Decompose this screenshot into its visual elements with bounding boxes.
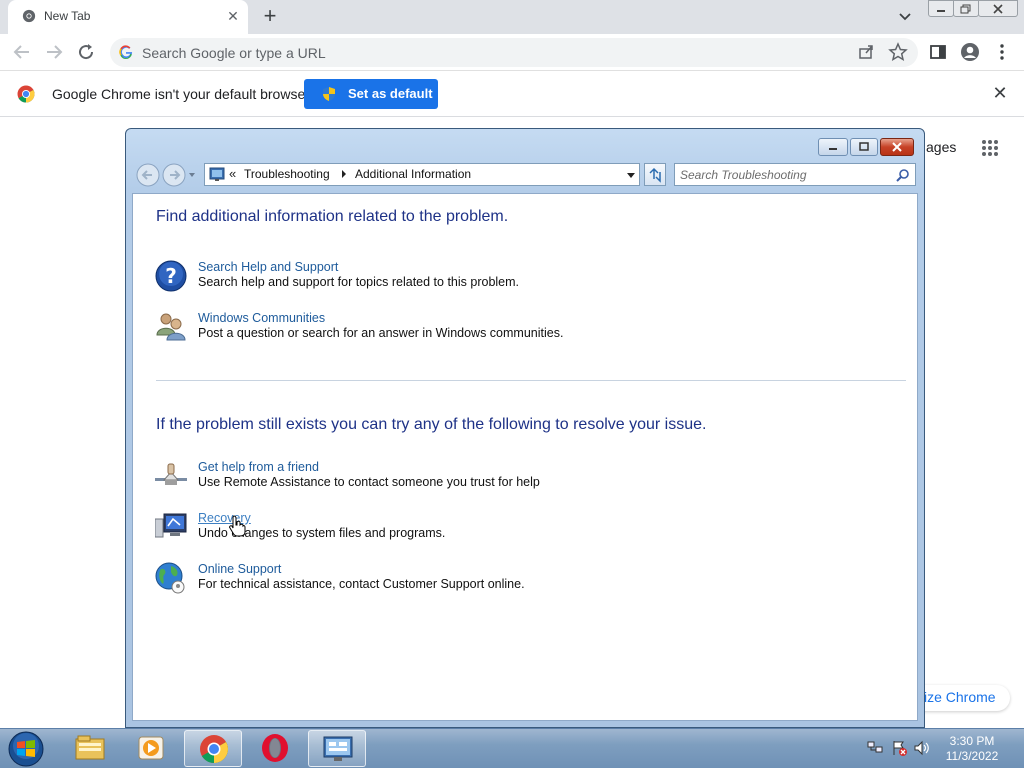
help-icon: ? [155, 260, 187, 292]
section-heading-resolve-issue: If the problem still exists you can try … [156, 416, 707, 433]
chrome-icon [200, 735, 228, 763]
recovery-icon [155, 513, 187, 538]
chrome-logo-icon [17, 85, 35, 103]
new-tab-button[interactable]: + [258, 5, 282, 29]
system-clock[interactable]: 3:30 PM 11/3/2022 [936, 734, 1008, 764]
volume-icon[interactable] [914, 740, 930, 756]
hand-cursor-icon [229, 515, 246, 537]
breadcrumb-troubleshooting[interactable]: Troubleshooting [244, 167, 330, 181]
infobar-close-icon[interactable]: ✕ [990, 83, 1010, 103]
taskbar-opera[interactable] [246, 730, 304, 767]
media-player-icon [138, 736, 164, 760]
online-support-link[interactable]: Online Support [198, 562, 281, 576]
win-minimize-button[interactable] [818, 138, 848, 156]
action-center-flag-icon[interactable] [891, 740, 907, 756]
opera-icon [262, 734, 288, 762]
omnibox[interactable] [110, 38, 918, 67]
address-input[interactable] [142, 42, 842, 63]
default-browser-infobar: Google Chrome isn't your default browser… [0, 71, 1024, 117]
start-button[interactable] [6, 730, 46, 768]
win-close-button[interactable] [880, 138, 914, 156]
windows-communities-link[interactable]: Windows Communities [198, 311, 325, 325]
google-icon [119, 45, 133, 59]
windows-explorer-icon [75, 735, 105, 760]
refresh-button[interactable] [644, 163, 666, 186]
windows-communities-description: Post a question or search for an answer … [198, 326, 564, 340]
apps-grid-icon[interactable] [981, 139, 999, 157]
network-icon[interactable] [867, 740, 883, 756]
address-dropdown-icon[interactable] [627, 173, 635, 178]
tab-close-icon[interactable]: ✕ [224, 7, 242, 25]
search-input[interactable] [680, 166, 890, 183]
share-icon[interactable] [856, 42, 876, 62]
globe-icon [155, 562, 185, 594]
people-icon [156, 313, 186, 341]
taskbar-windows-explorer[interactable] [61, 730, 119, 767]
tab-new-tab[interactable]: New Tab ✕ [8, 0, 248, 34]
taskbar-media-player[interactable] [122, 730, 180, 767]
close-window-button[interactable] [978, 0, 1018, 17]
taskbar-chrome[interactable] [184, 730, 242, 767]
back-forward-buttons[interactable] [135, 162, 197, 188]
infobar-message: Google Chrome isn't your default browser [52, 86, 310, 102]
browser-toolbar [0, 34, 1024, 71]
troubleshooting-content: Find additional information related to t… [132, 193, 918, 721]
side-panel-icon[interactable] [928, 42, 948, 62]
uac-shield-icon [323, 87, 335, 101]
online-support-description: For technical assistance, contact Custom… [198, 577, 525, 591]
reload-icon[interactable] [74, 41, 98, 63]
svg-text:?: ? [165, 264, 177, 288]
search-box[interactable] [674, 163, 916, 186]
control-panel-icon [323, 736, 353, 761]
search-icon[interactable] [896, 168, 910, 182]
ntp-images-link[interactable]: ages [926, 139, 956, 155]
set-as-default-button[interactable]: Set as default [304, 79, 438, 109]
tab-strip: New Tab ✕ + [0, 0, 1024, 34]
restore-button[interactable] [953, 0, 979, 17]
bookmark-star-icon[interactable] [888, 42, 908, 62]
search-help-link[interactable]: Search Help and Support [198, 260, 338, 274]
tab-title: New Tab [44, 9, 91, 23]
breadcrumb-separator-icon[interactable] [342, 170, 346, 178]
get-help-from-friend-link[interactable]: Get help from a friend [198, 460, 319, 474]
forward-icon[interactable] [42, 41, 66, 63]
breadcrumb-additional-information[interactable]: Additional Information [355, 167, 471, 181]
section-divider [156, 380, 906, 381]
remote-assistance-icon [155, 463, 187, 485]
address-bar[interactable]: « Troubleshooting Additional Information [204, 163, 640, 186]
tab-search-icon[interactable] [895, 8, 915, 26]
refresh-icon [649, 167, 661, 183]
minimize-button[interactable] [928, 0, 954, 17]
troubleshooting-window: « Troubleshooting Additional Information… [125, 128, 925, 728]
win-maximize-button[interactable] [850, 138, 878, 156]
set-as-default-label: Set as default [348, 86, 433, 101]
clock-date: 11/3/2022 [945, 749, 999, 763]
back-icon[interactable] [10, 41, 34, 63]
profile-avatar-icon[interactable] [960, 42, 980, 62]
taskbar: 3:30 PM 11/3/2022 [0, 728, 1024, 768]
search-help-description: Search help and support for topics relat… [198, 275, 520, 289]
control-panel-icon [209, 167, 225, 181]
clock-time: 3:30 PM [949, 734, 995, 748]
taskbar-control-panel[interactable] [308, 730, 366, 767]
get-help-from-friend-description: Use Remote Assistance to contact someone… [198, 475, 540, 489]
chrome-menu-icon[interactable] [992, 42, 1012, 62]
breadcrumb-overflow[interactable]: « [229, 166, 236, 181]
chrome-icon [22, 9, 36, 23]
section-heading-additional-info: Find additional information related to t… [156, 208, 509, 225]
